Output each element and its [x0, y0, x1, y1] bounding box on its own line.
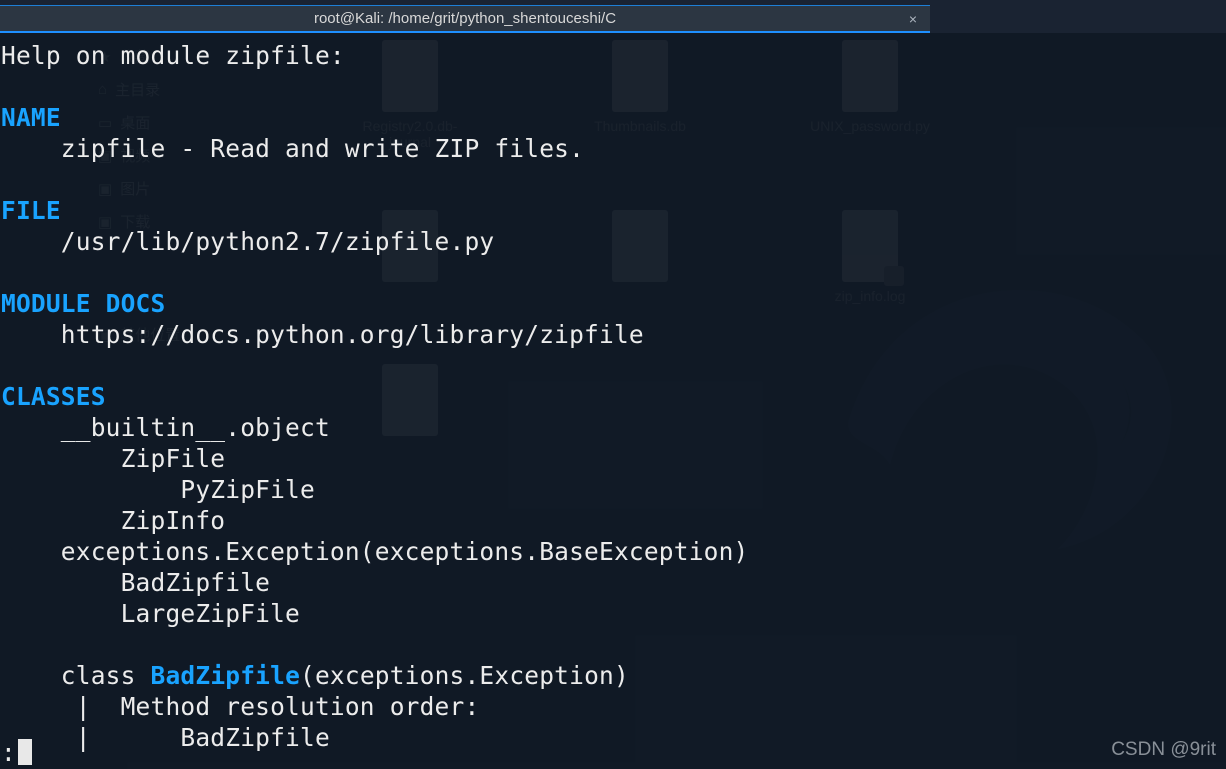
help-intro: Help on module zipfile:	[1, 41, 345, 70]
classes-tree-line: exceptions.Exception(exceptions.BaseExce…	[1, 537, 749, 566]
moduledocs-value: https://docs.python.org/library/zipfile	[1, 320, 644, 349]
section-classes: CLASSES	[1, 382, 106, 411]
window-titlebar[interactable]: root@Kali: /home/grit/python_shentoucesh…	[0, 5, 930, 33]
section-moduledocs: MODULE DOCS	[1, 289, 165, 318]
pager-prompt[interactable]: :	[1, 738, 32, 767]
section-file: FILE	[1, 196, 61, 225]
name-value: zipfile - Read and write ZIP files.	[1, 134, 584, 163]
cursor-icon	[18, 739, 32, 765]
terminal-window: root@Kali: /home/grit/python_shentoucesh…	[0, 5, 930, 33]
mro-line: | Method resolution order:	[1, 692, 479, 721]
classes-tree-line: LargeZipFile	[1, 599, 300, 628]
class-def-suffix: (exceptions.Exception)	[300, 661, 629, 690]
window-title: root@Kali: /home/grit/python_shentoucesh…	[314, 10, 616, 27]
watermark-text: CSDN @9rit	[1111, 739, 1216, 761]
file-value: /usr/lib/python2.7/zipfile.py	[1, 227, 494, 256]
classes-tree-line: __builtin__.object	[1, 413, 330, 442]
class-def-name: BadZipfile	[151, 661, 301, 690]
classes-tree-line: PyZipFile	[1, 475, 315, 504]
classes-tree-line: BadZipfile	[1, 568, 270, 597]
terminal-output[interactable]: Help on module zipfile: NAME zipfile - R…	[1, 40, 1226, 753]
class-def-prefix: class	[1, 661, 151, 690]
close-icon[interactable]: ×	[904, 10, 922, 28]
mro-line: | BadZipfile	[1, 723, 330, 752]
classes-tree-line: ZipFile	[1, 444, 225, 473]
section-name: NAME	[1, 103, 61, 132]
classes-tree-line: ZipInfo	[1, 506, 225, 535]
